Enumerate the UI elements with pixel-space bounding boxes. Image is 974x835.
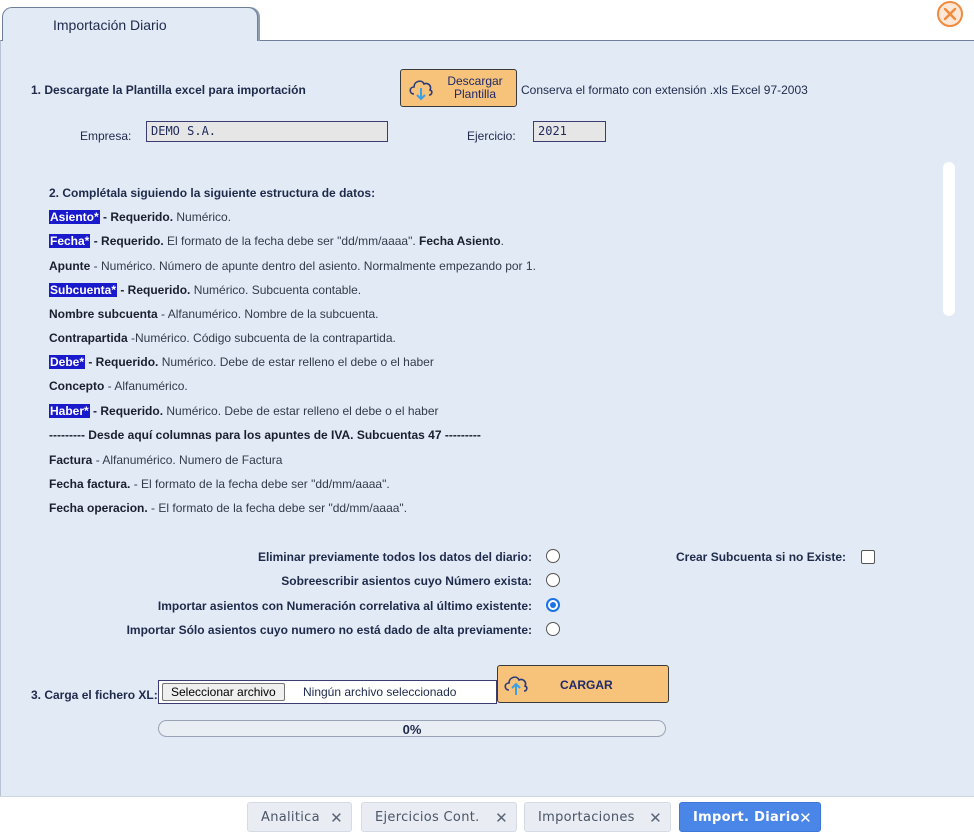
- field-name: Haber*: [49, 404, 90, 418]
- field-description: - Alfanumérico.: [104, 379, 188, 393]
- field-description: - Alfanumérico. Nombre de la subcuenta.: [157, 307, 379, 321]
- progress-text: 0%: [402, 722, 422, 737]
- load-button-label: CARGAR: [560, 678, 613, 692]
- progress-bar: 0%: [158, 720, 666, 737]
- crear-subcuenta-checkbox[interactable]: [861, 550, 875, 564]
- field-name: Apunte: [49, 259, 91, 273]
- file-status: Ningún archivo seleccionado: [303, 685, 457, 699]
- field-description: -Numérico. Código subcuenta de la contra…: [127, 331, 396, 345]
- field-extra: Fecha Asiento: [419, 234, 501, 248]
- bottom-tab-label: Import. Diario: [693, 809, 800, 825]
- option-label: Importar Sólo asientos cuyo numero no es…: [126, 623, 532, 637]
- option-radio[interactable]: [546, 549, 560, 563]
- load-button[interactable]: CARGAR: [497, 665, 669, 703]
- field-description: Numérico. Subcuenta contable.: [190, 283, 362, 297]
- bottom-tab-label: Importaciones: [538, 809, 635, 825]
- option-radio[interactable]: [546, 622, 560, 636]
- bottom-tab[interactable]: Ejercicios Cont. ✕: [361, 802, 517, 832]
- close-tab-icon[interactable]: ✕: [649, 809, 662, 827]
- ejercicio-field[interactable]: 2021: [533, 121, 606, 142]
- option-radio[interactable]: [546, 573, 560, 587]
- field-row: Debe* - Requerido. Numérico. Debe de est…: [49, 355, 434, 369]
- field-required: - Requerido.: [117, 283, 191, 297]
- bottom-tab-label: Analitica: [261, 809, 320, 825]
- field-name: Nombre subcuenta: [49, 307, 158, 321]
- option-label: Sobreescribir asientos cuyo Número exist…: [281, 574, 532, 588]
- field-name: Fecha factura.: [49, 477, 131, 491]
- step2-title: 2. Complétala siguiendo la siguiente est…: [49, 186, 376, 200]
- download-template-label: Descargar Plantilla: [447, 74, 503, 101]
- field-required: - Requerido.: [99, 210, 174, 224]
- field-row: Nombre subcuenta - Alfanumérico. Nombre …: [49, 307, 378, 321]
- field-row: Fecha factura. - El formato de la fecha …: [49, 477, 390, 491]
- bottom-tab[interactable]: Import. Diario ✕: [679, 802, 821, 832]
- field-name: Fecha*: [49, 234, 91, 248]
- option-label: Importar asientos con Numeración correla…: [157, 599, 532, 613]
- option-label: Eliminar previamente todos los datos del…: [257, 550, 532, 564]
- field-description: El formato de la fecha debe ser "dd/mm/a…: [163, 234, 420, 248]
- select-file-button[interactable]: Seleccionar archivo: [162, 683, 285, 701]
- ejercicio-label: Ejercicio:: [467, 129, 516, 143]
- field-description: Numérico. Debe de estar relleno el debe …: [163, 404, 439, 418]
- field-name: Asiento*: [49, 210, 100, 224]
- field-name: Concepto: [49, 379, 105, 393]
- field-row: Haber* - Requerido. Numérico. Debe de es…: [49, 404, 439, 418]
- field-name: Fecha operacion.: [49, 501, 148, 515]
- close-tab-icon[interactable]: ✕: [799, 809, 812, 827]
- field-name: Factura: [49, 453, 93, 467]
- field-row: Contrapartida -Numérico. Código subcuent…: [49, 331, 396, 345]
- field-required: - Requerido.: [90, 234, 164, 248]
- field-row: Concepto - Alfanumérico.: [49, 379, 188, 393]
- empresa-field[interactable]: DEMO S.A.: [146, 121, 388, 142]
- field-required: - Requerido.: [85, 355, 159, 369]
- field-row: Fecha operacion. - El formato de la fech…: [49, 501, 407, 515]
- field-description: - El formato de la fecha debe ser "dd/mm…: [147, 501, 408, 515]
- field-name: Contrapartida: [49, 331, 128, 345]
- cloud-download-icon: [409, 80, 433, 101]
- field-row: --------- Desde aquí columnas para los a…: [49, 428, 481, 442]
- field-description: - Numérico. Número de apunte dentro del …: [90, 259, 536, 273]
- empresa-label: Empresa:: [80, 129, 132, 143]
- field-description: - El formato de la fecha debe ser "dd/mm…: [130, 477, 390, 491]
- scrollbar-thumb[interactable]: [943, 162, 955, 316]
- bottom-tab[interactable]: Importaciones ✕: [524, 802, 671, 832]
- window-tab[interactable]: Importación Diario: [2, 7, 258, 41]
- bottom-tab-label: Ejercicios Cont.: [375, 809, 480, 825]
- field-row: Subcuenta* - Requerido. Numérico. Subcue…: [49, 283, 361, 297]
- field-description: Numérico.: [173, 210, 232, 224]
- format-note: Conserva el formato con extensión .xls E…: [521, 83, 808, 97]
- close-icon: [943, 7, 957, 21]
- field-description: - Alfanumérico. Numero de Factura: [92, 453, 283, 467]
- close-tab-icon[interactable]: ✕: [330, 809, 343, 827]
- field-name: Subcuenta*: [49, 283, 118, 297]
- field-description: Numérico. Debe de estar relleno el debe …: [158, 355, 434, 369]
- field-row: Asiento* - Requerido. Numérico.: [49, 210, 231, 224]
- bottom-tab-bar: Analitica ✕ Ejercicios Cont. ✕ Importaciones…: [0, 796, 974, 835]
- field-name: Debe*: [49, 355, 86, 369]
- field-name: --------- Desde aquí columnas para los a…: [49, 428, 481, 442]
- option-radio[interactable]: [546, 598, 560, 612]
- download-template-button[interactable]: Descargar Plantilla: [400, 69, 517, 107]
- field-required: - Requerido.: [89, 404, 164, 418]
- field-row: Apunte - Numérico. Número de apunte dent…: [49, 259, 536, 273]
- cloud-upload-icon: [504, 676, 528, 695]
- file-input[interactable]: Seleccionar archivo Ningún archivo selec…: [158, 680, 497, 704]
- bottom-tab[interactable]: Analitica ✕: [247, 802, 352, 832]
- import-panel: 1. Descargate la Plantilla excel para im…: [0, 40, 974, 796]
- field-row: Factura - Alfanumérico. Numero de Factur…: [49, 453, 282, 467]
- window-tab-title: Importación Diario: [53, 17, 167, 33]
- step1-label: 1. Descargate la Plantilla excel para im…: [31, 83, 306, 97]
- crear-subcuenta-label: Crear Subcuenta si no Existe:: [676, 550, 847, 564]
- step3-label: 3. Carga el fichero XL:: [31, 688, 158, 702]
- close-button[interactable]: [937, 1, 963, 27]
- field-row: Fecha* - Requerido. El formato de la fec…: [49, 234, 504, 248]
- close-tab-icon[interactable]: ✕: [495, 809, 508, 827]
